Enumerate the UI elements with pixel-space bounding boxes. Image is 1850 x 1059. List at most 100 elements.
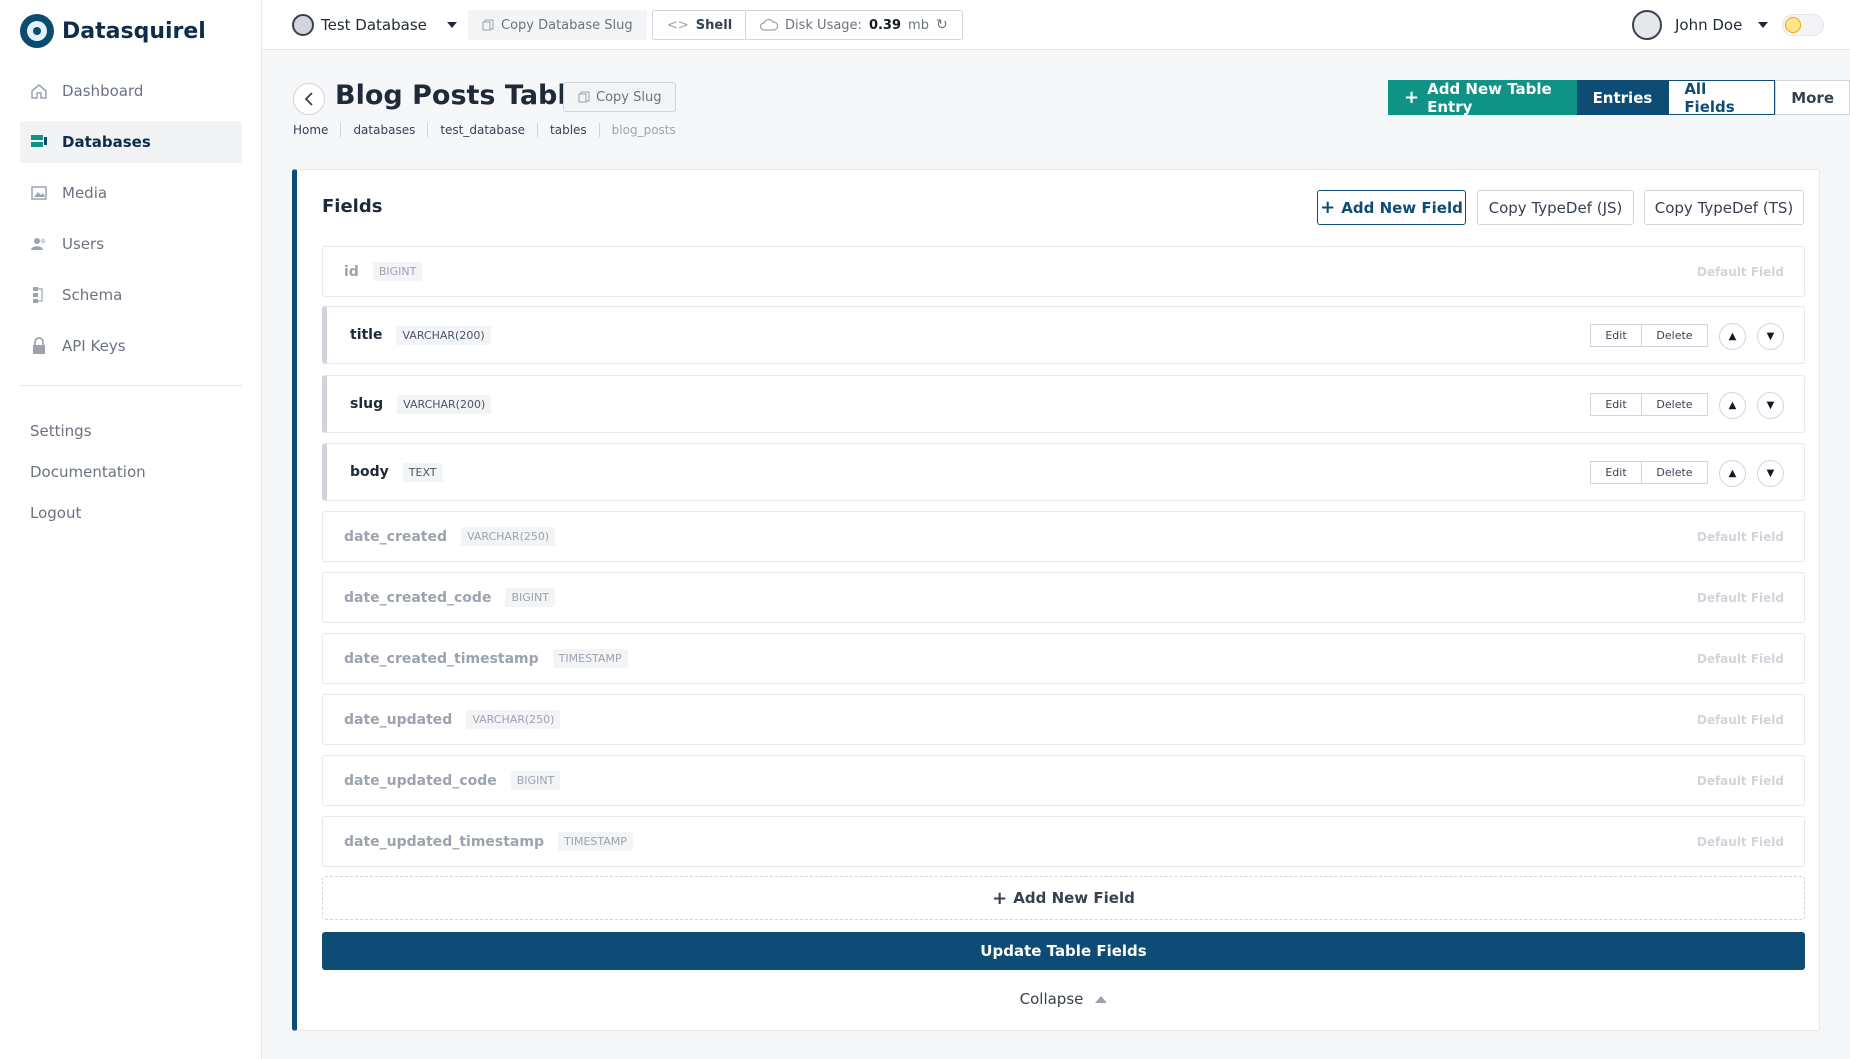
copy-typedef-ts-button[interactable]: Copy TypeDef (TS) <box>1644 190 1804 225</box>
documentation-link[interactable]: Documentation <box>30 451 146 492</box>
default-field-label: Default Field <box>1696 712 1784 727</box>
default-field-label: Default Field <box>1696 651 1784 666</box>
edit-field-button[interactable]: Edit <box>1590 393 1642 416</box>
edit-field-button[interactable]: Edit <box>1590 324 1642 347</box>
add-new-field-label: Add New Field <box>1341 198 1463 217</box>
breadcrumb-home[interactable]: Home <box>293 123 340 137</box>
caret-up-icon <box>1095 995 1108 1003</box>
theme-toggle[interactable] <box>1782 14 1824 36</box>
field-row-date-created: date_created VARCHAR(250) Default Field <box>322 511 1805 562</box>
copy-slug-button[interactable]: Copy Slug <box>563 82 677 112</box>
delete-field-button[interactable]: Delete <box>1642 393 1708 416</box>
sidebar-item-schema[interactable]: Schema <box>20 274 242 316</box>
refresh-icon[interactable]: ↻ <box>936 17 948 33</box>
field-type-badge: VARCHAR(200) <box>397 394 492 414</box>
field-row-date-updated: date_updated VARCHAR(250) Default Field <box>322 694 1805 745</box>
move-up-icon[interactable]: ▲ <box>1719 323 1746 350</box>
field-name: body <box>350 464 389 480</box>
cloud-icon <box>760 19 778 31</box>
default-field-label: Default Field <box>1696 590 1784 605</box>
field-type-badge: BIGINT <box>505 588 555 607</box>
fields-card: Fields + Add New Field Copy TypeDef (JS)… <box>292 169 1820 1031</box>
top-bar: Test Database Copy Database Slug <> Shel… <box>262 0 1850 50</box>
field-row-date-updated-timestamp: date_updated_timestamp TIMESTAMP Default… <box>322 816 1805 867</box>
add-table-entry-button[interactable]: + Add New Table Entry <box>1388 79 1577 116</box>
schema-icon <box>30 286 48 304</box>
sidebar-item-label: Databases <box>62 133 151 151</box>
field-row-slug: slug VARCHAR(200) Edit Delete ▲ ▼ <box>322 375 1805 433</box>
sun-icon <box>1785 17 1801 33</box>
move-down-icon[interactable]: ▼ <box>1757 392 1784 419</box>
field-edit-group: Edit Delete <box>1590 461 1708 484</box>
copy-database-slug-label: Copy Database Slug <box>501 17 633 33</box>
field-name: id <box>344 263 359 280</box>
lock-icon <box>30 337 48 355</box>
copy-typedef-js-button[interactable]: Copy TypeDef (JS) <box>1477 190 1634 225</box>
collapse-button[interactable]: Collapse <box>297 990 1830 1008</box>
users-icon <box>30 235 48 253</box>
user-menu[interactable]: John Doe <box>1632 10 1769 40</box>
field-row-body: body TEXT Edit Delete ▲ ▼ <box>322 443 1805 501</box>
delete-field-button[interactable]: Delete <box>1642 461 1708 484</box>
sidebar-item-api-keys[interactable]: API Keys <box>20 325 242 367</box>
home-icon <box>30 82 48 100</box>
squirrel-logo-icon <box>20 14 54 48</box>
disk-usage-indicator[interactable]: Disk Usage: 0.39 mb ↻ <box>745 10 963 40</box>
breadcrumb-tables[interactable]: tables <box>537 123 599 137</box>
database-icon <box>30 133 48 151</box>
copy-database-slug-button[interactable]: Copy Database Slug <box>468 10 647 40</box>
disk-usage-unit: mb <box>908 17 929 33</box>
plus-icon: + <box>1404 87 1420 108</box>
app-name: Datasquirel <box>62 18 206 44</box>
disk-usage-value: 0.39 <box>868 17 902 33</box>
more-button[interactable]: More <box>1775 80 1850 115</box>
breadcrumb-databases[interactable]: databases <box>340 123 427 137</box>
logout-link[interactable]: Logout <box>30 492 146 533</box>
chevron-left-icon <box>304 92 313 106</box>
database-name: Test Database <box>321 16 427 34</box>
breadcrumb: Home databases test_database tables blog… <box>293 123 688 137</box>
move-down-icon[interactable]: ▼ <box>1757 323 1784 350</box>
sidebar-item-label: Schema <box>62 286 123 304</box>
default-field-label: Default Field <box>1696 834 1784 849</box>
shell-button[interactable]: <> Shell <box>652 10 748 40</box>
field-name: date_updated_timestamp <box>344 833 544 850</box>
add-table-entry-label: Add New Table Entry <box>1427 79 1552 116</box>
add-new-field-button[interactable]: + Add New Field <box>1317 190 1466 225</box>
breadcrumb-database[interactable]: test_database <box>427 123 537 137</box>
field-row-id: id BIGINT Default Field <box>322 246 1805 297</box>
all-fields-tab[interactable]: All Fields <box>1668 80 1776 116</box>
field-type-badge: VARCHAR(200) <box>396 325 491 345</box>
delete-field-button[interactable]: Delete <box>1642 324 1708 347</box>
sidebar-item-dashboard[interactable]: Dashboard <box>20 70 242 112</box>
entries-tab[interactable]: Entries <box>1576 80 1669 115</box>
sidebar-item-users[interactable]: Users <box>20 223 242 265</box>
fields-card-title: Fields <box>322 196 383 217</box>
move-up-icon[interactable]: ▲ <box>1719 460 1746 487</box>
sidebar-item-media[interactable]: Media <box>20 172 242 214</box>
update-table-fields-button[interactable]: Update Table Fields <box>322 932 1805 970</box>
edit-field-button[interactable]: Edit <box>1590 461 1642 484</box>
user-avatar <box>1632 10 1662 40</box>
page-title: Blog Posts Table <box>335 80 585 111</box>
database-avatar-icon <box>292 14 314 36</box>
sidebar-footer-area <box>0 910 262 1059</box>
add-new-field-bottom-button[interactable]: + Add New Field <box>322 876 1805 920</box>
move-down-icon[interactable]: ▼ <box>1757 460 1784 487</box>
default-field-label: Default Field <box>1696 529 1784 544</box>
field-name: date_created_code <box>344 589 492 606</box>
chevron-down-icon <box>1758 22 1769 28</box>
settings-link[interactable]: Settings <box>30 410 146 451</box>
back-button[interactable] <box>293 83 325 115</box>
sidebar-item-databases[interactable]: Databases <box>20 121 242 163</box>
database-selector[interactable]: Test Database <box>292 10 458 40</box>
sidebar-item-label: Media <box>62 184 108 202</box>
field-name: date_created <box>344 528 448 545</box>
chevron-down-icon <box>446 22 457 28</box>
sidebar: Datasquirel Dashboard Databases Media Us… <box>0 0 262 910</box>
field-type-badge: TIMESTAMP <box>552 649 628 668</box>
user-name: John Doe <box>1675 16 1743 34</box>
app-logo[interactable]: Datasquirel <box>20 14 206 48</box>
sidebar-item-label: Users <box>62 235 105 253</box>
move-up-icon[interactable]: ▲ <box>1719 392 1746 419</box>
